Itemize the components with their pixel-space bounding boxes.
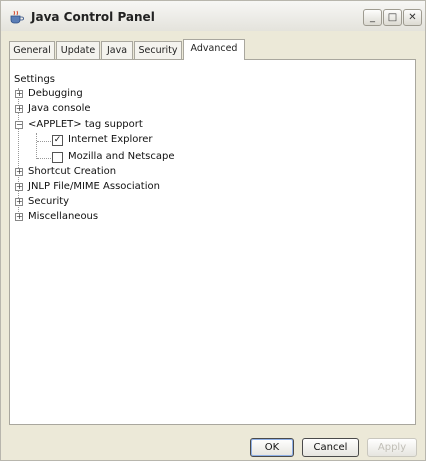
checkmark-icon: ✓ <box>53 135 62 145</box>
expand-icon[interactable]: + <box>15 105 23 113</box>
tree-item-internet-explorer[interactable]: Internet Explorer <box>68 132 153 147</box>
tree-item-miscellaneous[interactable]: Miscellaneous <box>28 209 98 224</box>
expand-icon[interactable]: + <box>15 90 23 98</box>
tree-item-security[interactable]: Security <box>28 194 69 209</box>
tree-item-java-console[interactable]: Java console <box>28 101 91 116</box>
collapse-icon[interactable]: − <box>15 121 23 129</box>
tab-advanced[interactable]: Advanced <box>183 39 245 60</box>
expand-icon[interactable]: + <box>15 213 23 221</box>
expand-icon[interactable]: + <box>15 183 23 191</box>
java-cup-icon <box>10 10 24 24</box>
settings-root: Settings <box>14 74 56 85</box>
maximize-icon: □ <box>387 12 398 23</box>
close-icon: ✕ <box>408 12 417 23</box>
tree-item-jnlp-association[interactable]: JNLP File/MIME Association <box>28 179 160 194</box>
advanced-settings-panel: Settings + Debugging + Java console − <A… <box>9 59 416 425</box>
close-button[interactable]: ✕ <box>403 9 422 26</box>
tab-update[interactable]: Update <box>56 41 100 59</box>
window-title: Java Control Panel <box>31 10 155 24</box>
tree-connector <box>37 158 51 159</box>
ok-button[interactable]: OK <box>250 438 294 457</box>
title-bar[interactable]: Java Control Panel _ □ ✕ <box>1 1 425 31</box>
tab-java[interactable]: Java <box>101 41 133 59</box>
tree-item-mozilla-netscape[interactable]: Mozilla and Netscape <box>68 149 175 164</box>
internet-explorer-checkbox[interactable]: ✓ <box>52 135 63 146</box>
tree-item-debugging[interactable]: Debugging <box>28 86 83 101</box>
tree-connector <box>37 141 51 142</box>
minimize-icon: _ <box>370 12 375 23</box>
java-control-panel-window: Java Control Panel _ □ ✕ General Update … <box>0 0 426 461</box>
expand-icon[interactable]: + <box>15 168 23 176</box>
minimize-button[interactable]: _ <box>363 9 382 26</box>
expand-icon[interactable]: + <box>15 198 23 206</box>
tree-connector <box>36 133 37 159</box>
mozilla-netscape-checkbox[interactable] <box>52 152 63 163</box>
tab-security[interactable]: Security <box>134 41 182 59</box>
cancel-button[interactable]: Cancel <box>302 438 359 457</box>
apply-button[interactable]: Apply <box>367 438 417 457</box>
tree-item-shortcut-creation[interactable]: Shortcut Creation <box>28 164 116 179</box>
tree-item-applet-tag-support[interactable]: <APPLET> tag support <box>28 117 143 132</box>
tab-general[interactable]: General <box>9 41 55 59</box>
maximize-button[interactable]: □ <box>383 9 402 26</box>
